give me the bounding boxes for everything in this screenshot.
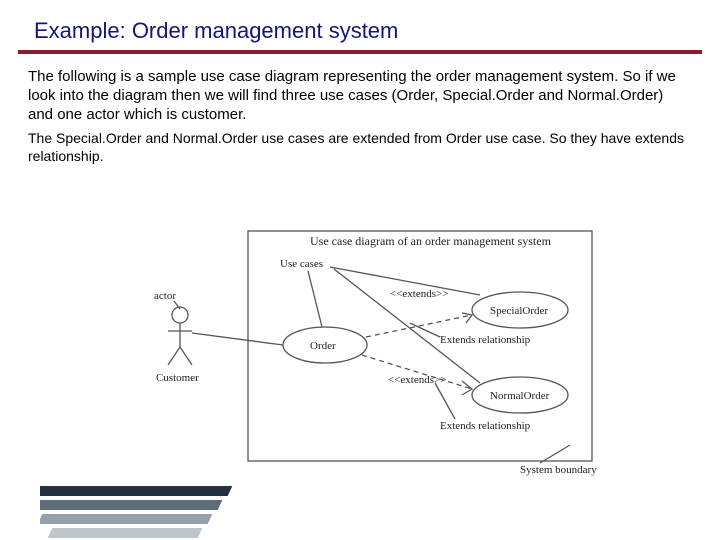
body-text: The following is a sample use case diagr… [0, 68, 720, 165]
diagram-title: Use case diagram of an order management … [310, 234, 552, 248]
paragraph-1: The following is a sample use case diagr… [28, 68, 692, 124]
system-boundary-label: System boundary [520, 464, 597, 476]
actor-name: Customer [156, 372, 199, 384]
usecases-label: Use cases [280, 258, 323, 270]
slide: Example: Order management system The fol… [0, 0, 720, 540]
usecase-special-label: SpecialOrder [490, 305, 548, 317]
usecase-normal-label: NormalOrder [490, 390, 550, 402]
usecase-order-label: Order [310, 340, 336, 352]
actor-icon [168, 307, 192, 365]
extends-rel-2: Extends relationship [440, 420, 531, 432]
association-line [192, 333, 283, 345]
slide-title: Example: Order management system [0, 0, 720, 50]
paragraph-2: The Special.Order and Normal.Order use c… [28, 130, 692, 165]
extends-stereo-2: <<extends>> [388, 374, 446, 386]
title-underline [18, 50, 702, 54]
extends-rel-1: Extends relationship [440, 334, 531, 346]
extends-stereo-1: <<extends>> [390, 288, 448, 300]
usecase-diagram: Use case diagram of an order management … [140, 225, 600, 490]
actor-label: actor [154, 290, 176, 302]
